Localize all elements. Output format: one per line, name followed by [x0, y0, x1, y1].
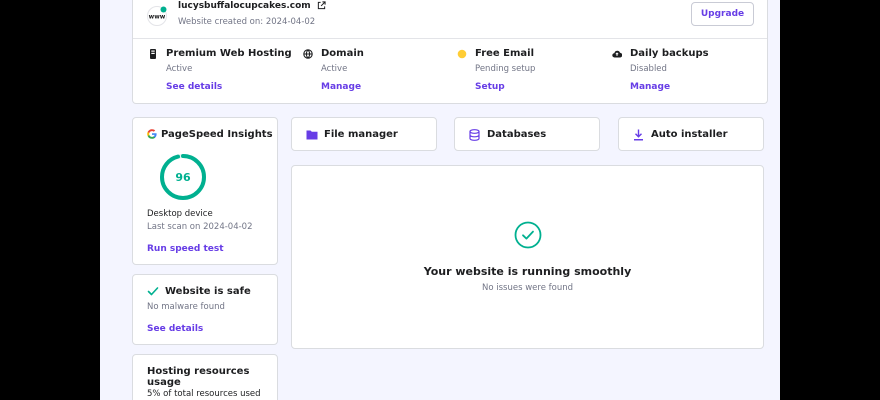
databases-label: Databases [487, 129, 547, 140]
security-card: Website is safe No malware found See det… [132, 274, 278, 345]
check-icon [147, 287, 159, 296]
website-overview-card: www lucysbuffalocupcakes.com Website cre… [132, 0, 768, 104]
auto-installer-label: Auto installer [651, 129, 728, 140]
cloud-backup-icon [612, 50, 622, 58]
service-title: Daily backups [630, 48, 709, 59]
service-title: Free Email [475, 48, 535, 59]
device-type: Desktop device [147, 209, 213, 219]
external-link-icon[interactable] [317, 1, 326, 10]
status-title: Your website is running smoothly [423, 265, 632, 278]
service-status: Active [166, 64, 193, 74]
www-icon: www [147, 6, 167, 26]
resources-subtitle: 5% of total resources used [147, 389, 261, 399]
resources-card: Hosting resources usage 5% of total reso… [132, 354, 278, 400]
website-header: www lucysbuffalocupcakes.com Website cre… [133, 0, 767, 39]
service-title: Premium Web Hosting [166, 48, 292, 59]
website-created-date: Website created on: 2024-04-02 [178, 17, 316, 27]
pending-dot-icon [457, 49, 467, 59]
auto-installer-button[interactable]: Auto installer [618, 117, 764, 151]
resources-title: Hosting resources usage [147, 366, 250, 388]
pagespeed-score: 96 [175, 170, 191, 184]
folder-icon [306, 130, 318, 140]
pagespeed-card: PageSpeed Insights 96 Desktop device Las… [132, 117, 278, 265]
last-scan-date: Last scan on 2024-04-02 [147, 222, 253, 232]
database-icon [469, 129, 480, 141]
check-circle-icon [514, 221, 542, 249]
download-icon [634, 129, 643, 141]
security-details-link[interactable]: See details [147, 324, 203, 334]
svg-text:www: www [149, 14, 166, 21]
google-icon [147, 129, 157, 139]
dashboard-page: www lucysbuffalocupcakes.com Website cre… [100, 0, 780, 400]
domain-icon [303, 49, 313, 59]
security-title: Website is safe [165, 286, 251, 297]
pagespeed-title: PageSpeed Insights [161, 129, 273, 140]
file-manager-button[interactable]: File manager [291, 117, 437, 151]
file-manager-label: File manager [324, 129, 398, 140]
security-subtitle: No malware found [147, 302, 225, 312]
domain-name: lucysbuffalocupcakes.com [178, 1, 311, 11]
service-title: Domain [321, 48, 364, 59]
upgrade-button[interactable]: Upgrade [691, 2, 754, 26]
hosting-icon [150, 49, 156, 59]
see-details-link[interactable]: See details [166, 82, 222, 92]
run-speed-test-link[interactable]: Run speed test [147, 244, 224, 254]
manage-domain-link[interactable]: Manage [321, 82, 361, 92]
service-status: Active [321, 64, 348, 74]
databases-button[interactable]: Databases [454, 117, 600, 151]
status-subtitle: No issues were found [481, 283, 573, 293]
service-status: Pending setup [475, 64, 536, 74]
website-status-card: Your website is running smoothly No issu… [291, 165, 764, 349]
domain-link[interactable]: lucysbuffalocupcakes.com [178, 1, 326, 11]
service-status: Disabled [630, 64, 667, 74]
setup-email-link[interactable]: Setup [475, 82, 505, 92]
manage-backups-link[interactable]: Manage [630, 82, 670, 92]
